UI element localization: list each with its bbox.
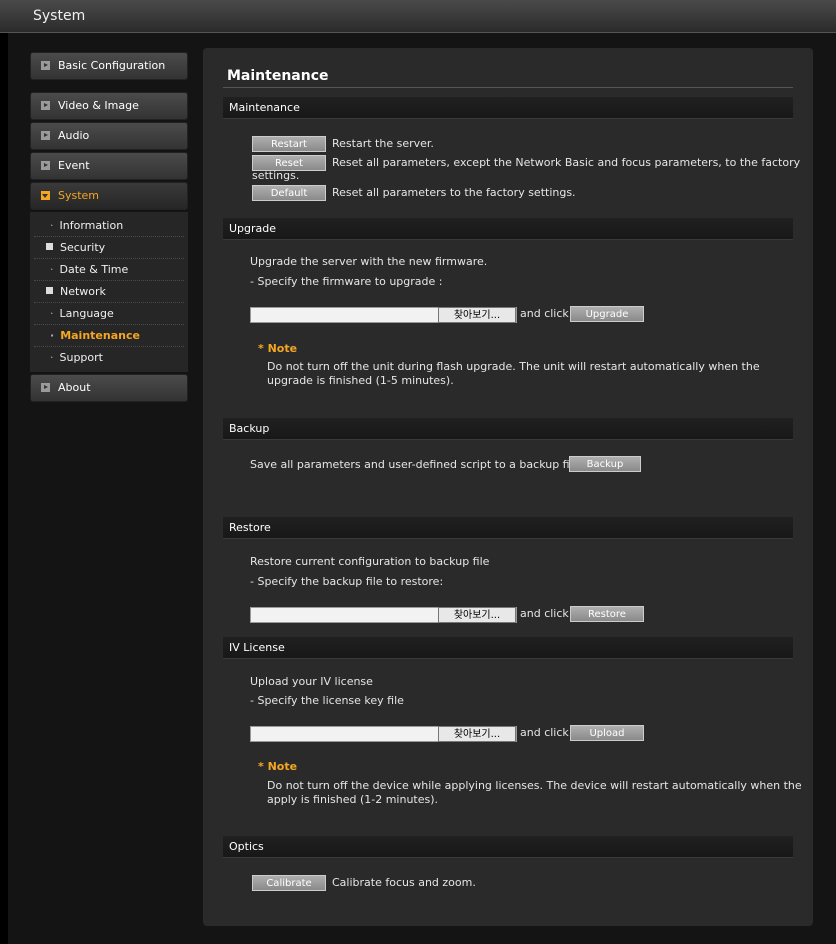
bullet-icon: ·	[50, 263, 54, 276]
nav-event[interactable]: Event	[30, 152, 188, 180]
upgrade-line-1: Upgrade the server with the new firmware…	[250, 255, 488, 268]
expand-arrow-icon	[41, 382, 50, 392]
license-note-line-1: Do not turn off the device while applyin…	[267, 779, 802, 792]
license-file-input[interactable]: 찾아보기...	[250, 726, 517, 742]
reset-description-cont: settings.	[252, 169, 300, 182]
section-header-iv-license: IV License	[223, 637, 793, 659]
license-line-1: Upload your IV license	[250, 675, 373, 688]
default-description: Reset all parameters to the factory sett…	[332, 186, 576, 199]
collapse-arrow-icon	[41, 190, 50, 200]
title-divider	[223, 87, 793, 88]
section-header-optics: Optics	[223, 836, 793, 858]
reset-description: Reset all parameters, except the Network…	[332, 156, 801, 169]
main-panel: Maintenance Maintenance Restart Restart …	[203, 48, 813, 926]
section-header-maintenance: Maintenance	[223, 97, 793, 119]
expand-arrow-icon	[41, 60, 50, 70]
nav-label: About	[58, 381, 91, 394]
nav-label: System	[58, 189, 100, 202]
calibrate-button[interactable]: Calibrate	[252, 875, 326, 891]
nav-label: Video & Image	[58, 99, 139, 112]
section-header-upgrade: Upgrade	[223, 218, 793, 240]
default-button[interactable]: Default	[252, 185, 326, 201]
upgrade-note-line-1: Do not turn off the unit during flash up…	[267, 360, 760, 373]
nav-audio[interactable]: Audio	[30, 122, 188, 150]
restart-button[interactable]: Restart	[252, 136, 326, 152]
page-title: Maintenance	[227, 68, 329, 84]
subnav-support[interactable]: · Support	[34, 347, 184, 368]
nav-about[interactable]: About	[30, 374, 188, 402]
backup-button[interactable]: Backup	[569, 456, 641, 472]
browse-button[interactable]: 찾아보기...	[438, 726, 516, 742]
restore-button[interactable]: Restore	[570, 606, 644, 622]
and-click-text: and click	[520, 307, 569, 320]
plus-square-icon	[46, 287, 53, 294]
subnav-label: Support	[59, 351, 103, 364]
browse-button[interactable]: 찾아보기...	[438, 607, 516, 623]
nav-video-image[interactable]: Video & Image	[30, 92, 188, 120]
nav-basic-configuration[interactable]: Basic Configuration	[30, 52, 188, 80]
nav-label: Basic Configuration	[58, 59, 166, 72]
top-bar: System	[0, 0, 836, 33]
firmware-file-input[interactable]: 찾아보기...	[250, 307, 517, 323]
upload-button[interactable]: Upload	[570, 725, 644, 741]
subnav-network[interactable]: Network	[34, 281, 184, 303]
subnav-label: Date & Time	[59, 263, 129, 276]
bullet-icon: ·	[50, 307, 54, 320]
upgrade-line-2: - Specify the firmware to upgrade :	[250, 275, 443, 288]
subnav-date-time[interactable]: · Date & Time	[34, 259, 184, 281]
system-submenu: · Information Security · Date & Time Netwo…	[30, 212, 188, 372]
subnav-label: Language	[59, 307, 114, 320]
subnav-maintenance[interactable]: · Maintenance	[34, 325, 184, 347]
bullet-icon: ·	[50, 219, 54, 232]
section-header-backup: Backup	[223, 418, 793, 440]
subnav-language[interactable]: · Language	[34, 303, 184, 325]
expand-arrow-icon	[41, 160, 50, 170]
license-line-2: - Specify the license key file	[250, 694, 404, 707]
nav-system[interactable]: System	[30, 182, 188, 210]
expand-arrow-icon	[41, 130, 50, 140]
subnav-label: Maintenance	[60, 329, 140, 342]
restore-line-2: - Specify the backup file to restore:	[250, 575, 444, 588]
bullet-icon: ·	[50, 329, 55, 342]
subnav-label: Information	[59, 219, 124, 232]
browse-button[interactable]: 찾아보기...	[438, 307, 516, 323]
calibrate-description: Calibrate focus and zoom.	[332, 876, 476, 889]
nav-label: Audio	[58, 129, 90, 142]
backup-file-input[interactable]: 찾아보기...	[250, 607, 517, 623]
plus-square-icon	[46, 243, 53, 250]
bullet-icon: ·	[50, 351, 54, 364]
restart-description: Restart the server.	[332, 137, 434, 150]
upgrade-note-line-2: upgrade is finished (1-5 minutes).	[267, 374, 454, 387]
subnav-information[interactable]: · Information	[34, 215, 184, 237]
subnav-label: Security	[60, 241, 106, 254]
license-note-heading: * Note	[258, 760, 298, 773]
subnav-label: Network	[60, 285, 106, 298]
section-header-restore: Restore	[223, 517, 793, 539]
and-click-text: and click	[520, 607, 569, 620]
license-note-line-2: apply is finished (1-2 minutes).	[267, 793, 439, 806]
upgrade-button[interactable]: Upgrade	[570, 306, 644, 322]
sidebar: Basic Configuration Video & Image Audio …	[30, 52, 188, 404]
restore-line-1: Restore current configuration to backup …	[250, 555, 490, 568]
nav-label: Event	[58, 159, 90, 172]
expand-arrow-icon	[41, 100, 50, 110]
subnav-security[interactable]: Security	[34, 237, 184, 259]
upgrade-note-heading: * Note	[258, 342, 298, 355]
and-click-text: and click	[520, 726, 569, 739]
backup-description: Save all parameters and user-defined scr…	[250, 458, 583, 471]
window-title: System	[33, 8, 86, 24]
